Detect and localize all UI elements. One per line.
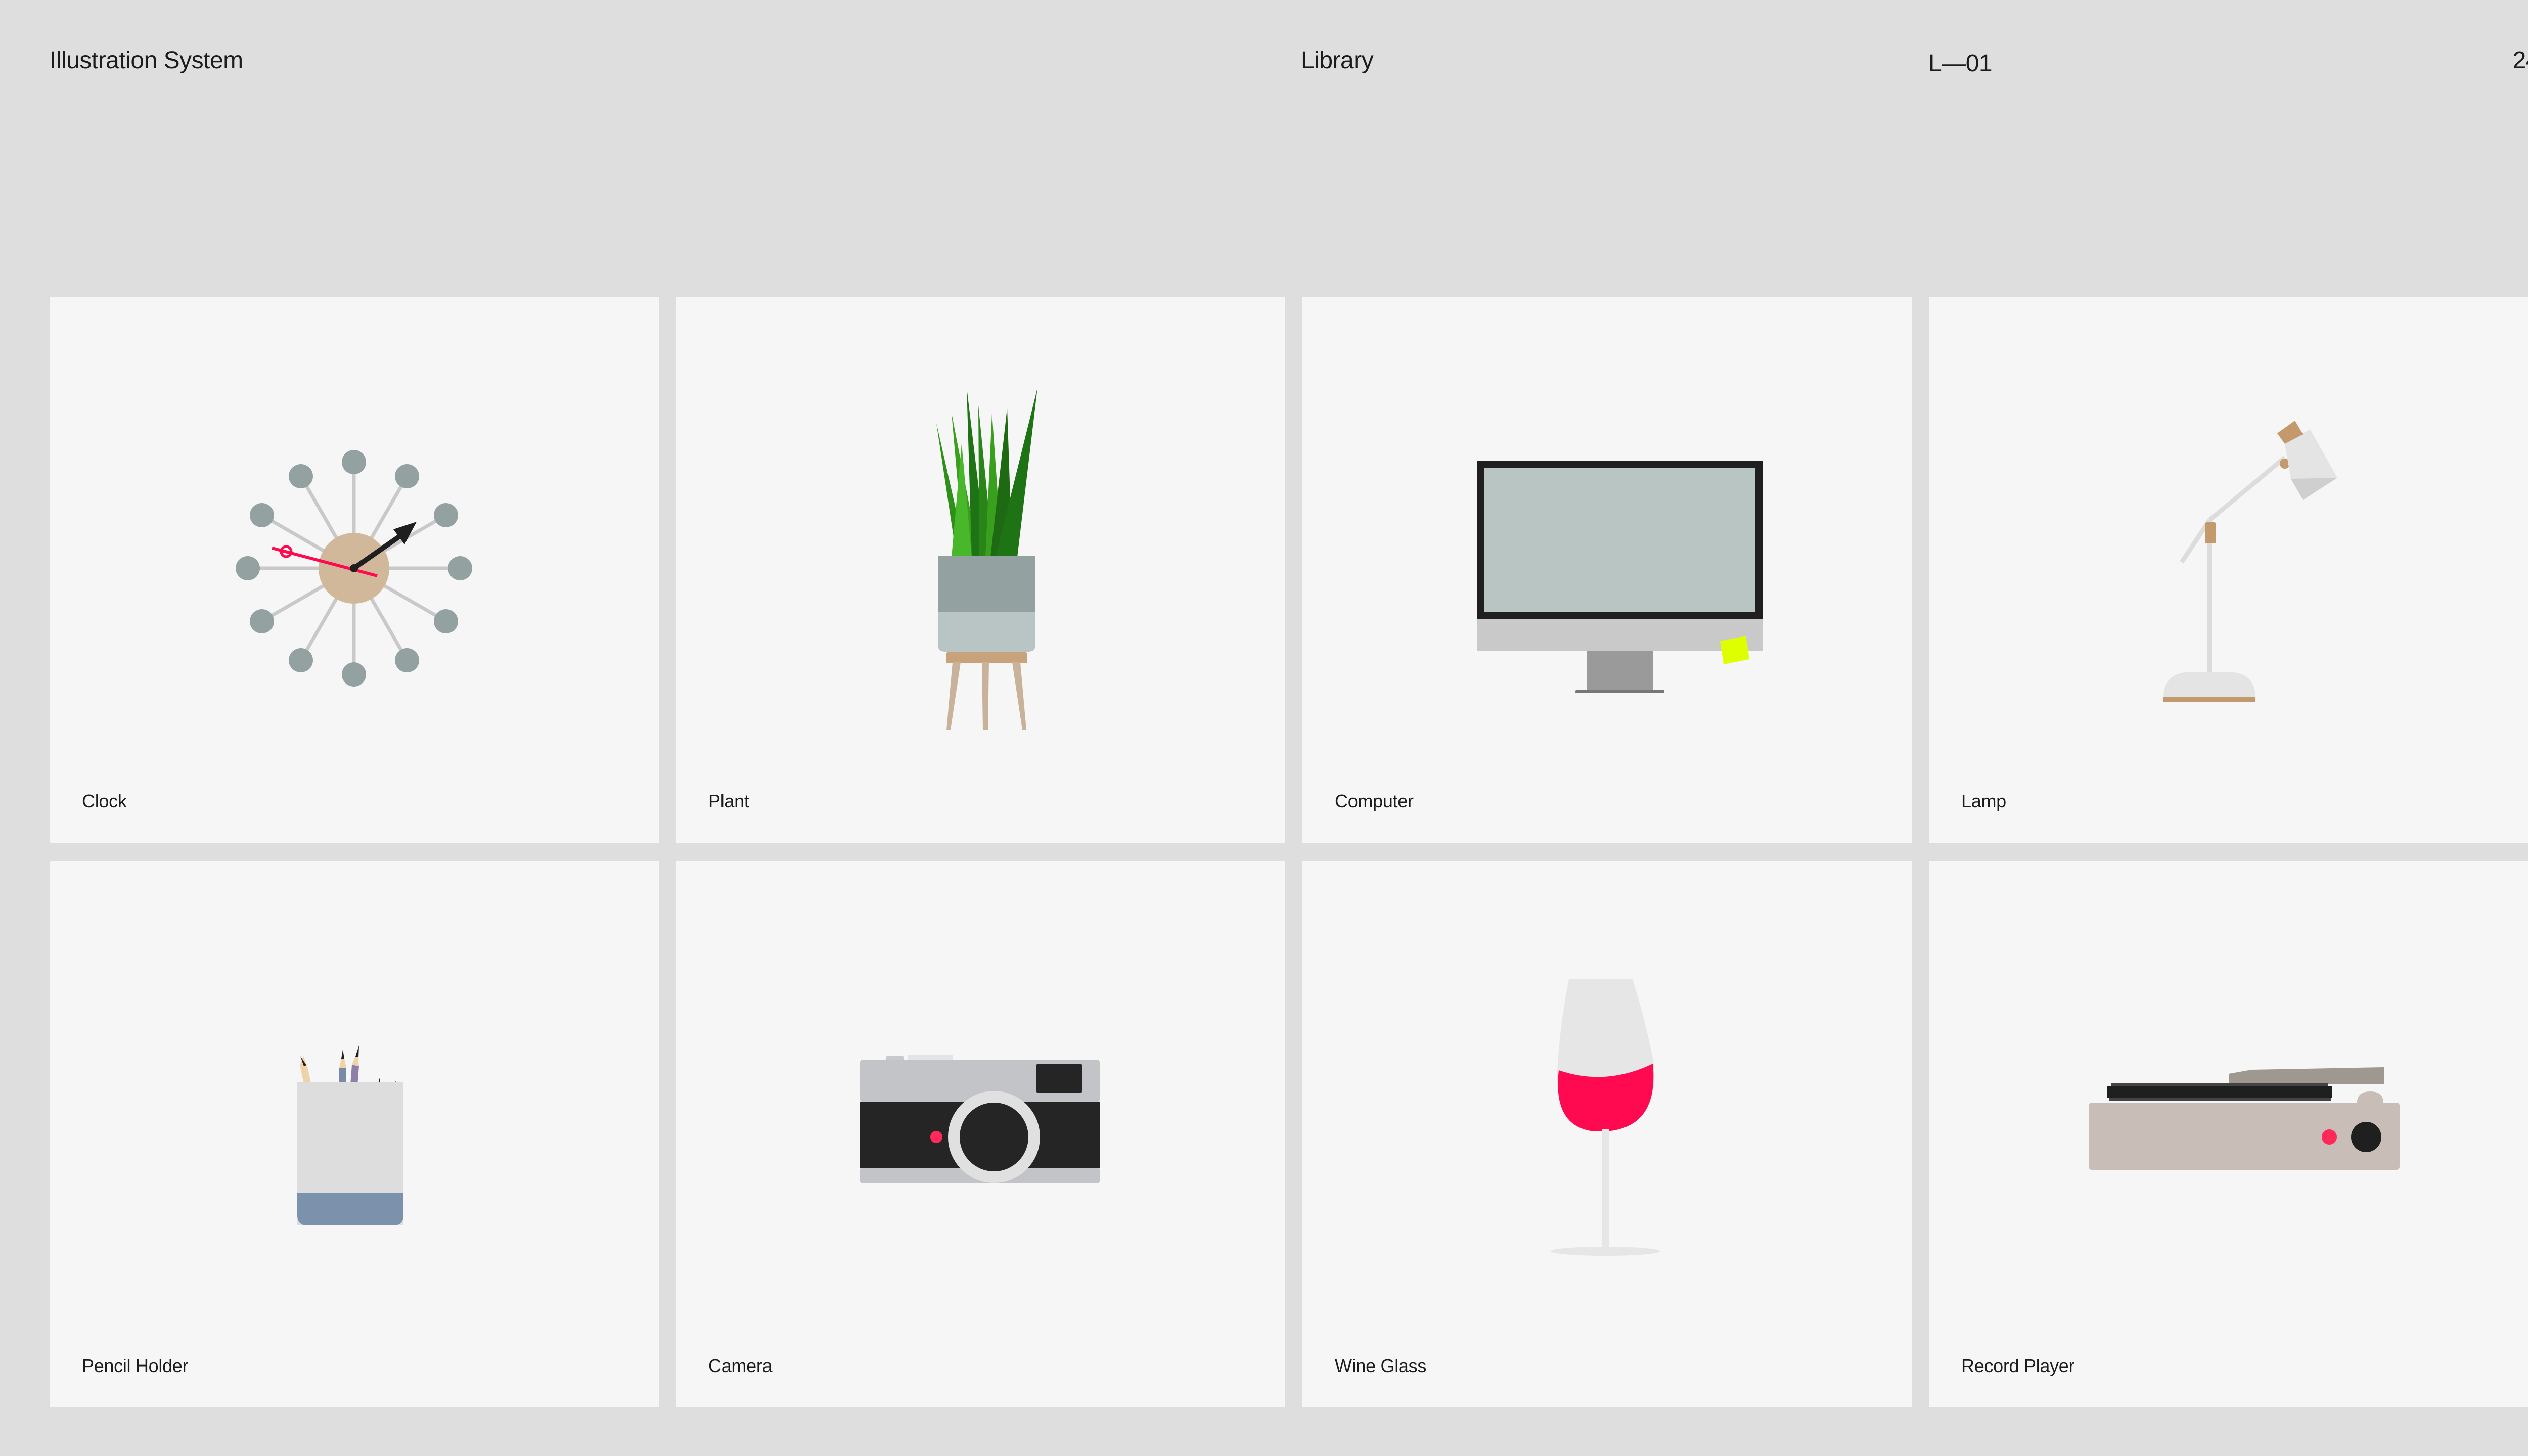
wine-glass-icon <box>1551 979 1660 1256</box>
card-wine-glass[interactable]: Wine Glass <box>1302 861 1912 1407</box>
illustration-grid: Clock Plant Computer Lamp Pencil Holder … <box>50 297 2528 1407</box>
card-label-wine-glass: Wine Glass <box>1335 1355 1427 1376</box>
card-pencil-holder[interactable]: Pencil Holder <box>50 861 659 1407</box>
card-record-player[interactable]: Record Player <box>1929 861 2528 1407</box>
card-label-clock: Clock <box>82 791 127 811</box>
section-title: Library <box>1301 47 1374 74</box>
card-label-record-player: Record Player <box>1961 1355 2075 1376</box>
brand-title: Illustration System <box>50 47 243 74</box>
card-plant[interactable]: Plant <box>676 297 1285 843</box>
camera-icon <box>860 1055 1100 1183</box>
card-label-lamp: Lamp <box>1961 791 2006 811</box>
card-label-camera: Camera <box>708 1355 773 1376</box>
card-lamp[interactable]: Lamp <box>1929 297 2528 843</box>
computer-icon <box>1477 461 1763 693</box>
card-label-computer: Computer <box>1335 791 1414 811</box>
page-number: 24 <box>2512 47 2528 74</box>
card-computer[interactable]: Computer <box>1302 297 1912 843</box>
record-player-icon <box>2089 1067 2400 1170</box>
card-clock[interactable]: Clock <box>50 297 659 843</box>
card-label-pencil-holder: Pencil Holder <box>82 1355 189 1376</box>
section-code: L—01 <box>1928 50 1993 77</box>
card-label-plant: Plant <box>708 791 749 811</box>
lamp-icon <box>2163 421 2337 702</box>
clock-icon <box>236 450 472 687</box>
plant-icon <box>936 388 1037 730</box>
card-camera[interactable]: Camera <box>676 861 1285 1407</box>
pencil-holder-icon <box>297 1045 403 1225</box>
